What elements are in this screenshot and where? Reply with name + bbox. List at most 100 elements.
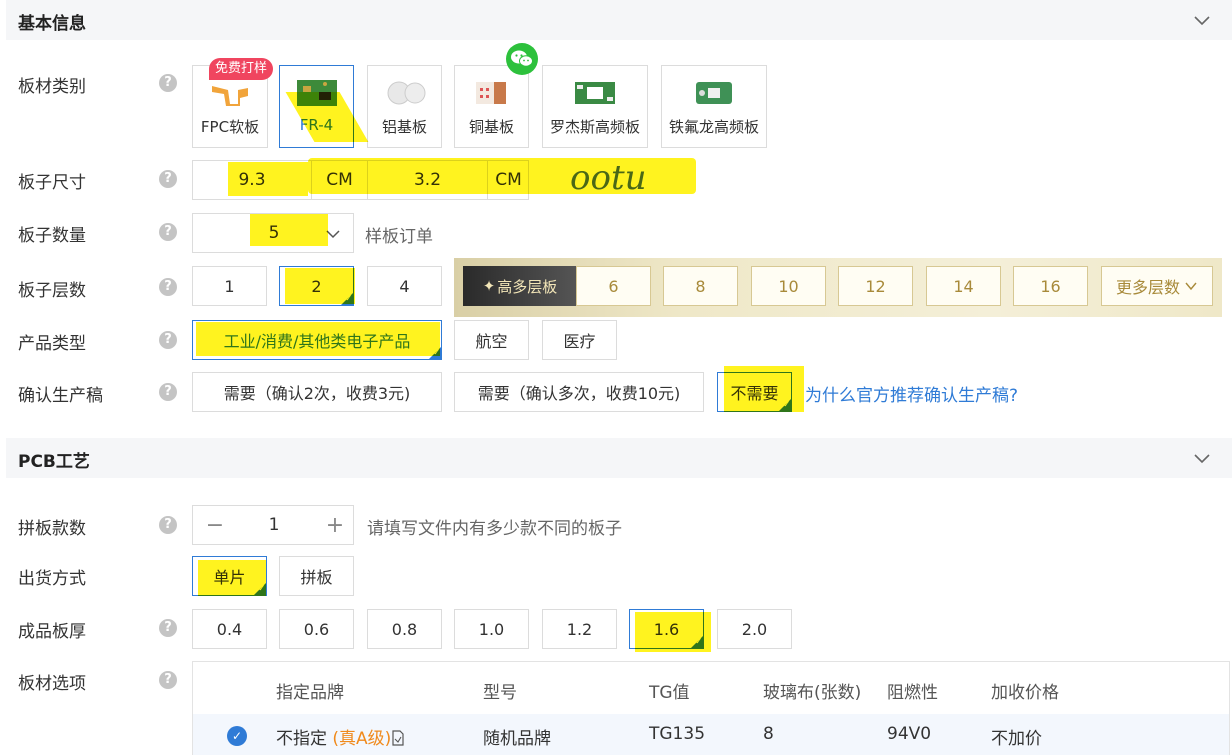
selected-check-icon: [340, 292, 354, 306]
material-copper[interactable]: 铜基板: [454, 65, 529, 148]
minus-button[interactable]: −: [199, 506, 231, 544]
select-chevron-icon: [326, 230, 340, 239]
sparkle-icon: ✦: [482, 277, 496, 295]
table-row[interactable]: ✓ 不指定 (真A级) 随机品牌 TG135 8 94V0 不加价: [193, 714, 1229, 755]
product-type-industrial[interactable]: 工业/消费/其他类电子产品: [192, 320, 442, 360]
label-material: 板材类别: [18, 77, 86, 97]
brand-name: 不指定: [276, 729, 327, 749]
label-size: 板子尺寸: [18, 173, 86, 193]
confirm-why-link[interactable]: 为什么官方推荐确认生产稿?: [805, 381, 1018, 406]
free-sample-tag: 免费打样: [209, 58, 274, 80]
quantity-select[interactable]: 5: [192, 213, 354, 253]
thickness-option-selected[interactable]: 1.6: [629, 609, 704, 649]
radio-checked-icon[interactable]: ✓: [227, 726, 247, 746]
layer-option[interactable]: 4: [367, 266, 442, 306]
material-rogers[interactable]: 罗杰斯高频板: [542, 65, 648, 148]
confirm-none-option[interactable]: 不需要: [717, 372, 792, 412]
price-cell: 不加价: [991, 729, 1042, 749]
width-input[interactable]: 9.3: [193, 161, 311, 199]
aluminum-board-icon: [387, 81, 425, 105]
thickness-option[interactable]: 0.6: [279, 609, 354, 649]
help-icon[interactable]: ?: [159, 170, 177, 188]
table-header: 玻璃布(张数): [763, 683, 862, 703]
fr4-board-icon: [296, 80, 337, 106]
selected-check-icon: [778, 398, 792, 412]
help-icon[interactable]: ?: [159, 619, 177, 637]
confirm-none-label: 不需要: [730, 384, 779, 403]
material-teflon[interactable]: 铁氟龙高频板: [661, 65, 767, 148]
basic-info-title: 基本信息: [18, 14, 86, 34]
help-icon[interactable]: ?: [159, 223, 177, 241]
table-header: 阻燃性: [887, 683, 938, 703]
high-layer-option[interactable]: 8: [663, 266, 738, 306]
brand-grade: (真A级): [332, 729, 392, 749]
thickness-option[interactable]: 0.4: [192, 609, 267, 649]
wechat-icon[interactable]: [506, 43, 538, 75]
pcb-process-header[interactable]: PCB工艺: [6, 438, 1232, 478]
confirm-multi-option[interactable]: 需要（确认多次，收费10元): [454, 372, 704, 412]
high-layer-option[interactable]: 12: [838, 266, 913, 306]
high-layer-button[interactable]: ✦ 高多层板: [463, 266, 577, 306]
label-layers: 板子层数: [18, 281, 86, 301]
help-icon[interactable]: ?: [159, 383, 177, 401]
thickness-option[interactable]: 2.0: [717, 609, 792, 649]
material-name: 铝基板: [381, 118, 427, 136]
handwritten-note: ootu: [570, 158, 647, 198]
thickness-option[interactable]: 1.0: [454, 609, 529, 649]
height-input[interactable]: 3.2: [367, 161, 487, 199]
copper-board-icon: [475, 82, 506, 104]
label-material-option: 板材选项: [18, 674, 86, 694]
help-icon[interactable]: ?: [159, 516, 177, 534]
high-layer-option[interactable]: 14: [926, 266, 1001, 306]
label-thickness: 成品板厚: [18, 622, 86, 642]
high-layer-option[interactable]: 10: [751, 266, 826, 306]
help-icon[interactable]: ?: [159, 331, 177, 349]
width-unit: CM: [311, 161, 367, 199]
height-unit: CM: [487, 161, 529, 199]
thickness-option[interactable]: 1.2: [542, 609, 617, 649]
glass-cell: 8: [763, 724, 774, 744]
help-icon[interactable]: ?: [159, 671, 177, 689]
plus-button[interactable]: +: [319, 506, 351, 544]
product-type-aviation[interactable]: 航空: [454, 320, 529, 360]
product-type-medical[interactable]: 医疗: [542, 320, 617, 360]
thickness-value: 1.6: [653, 619, 680, 639]
pcb-process-title: PCB工艺: [18, 452, 90, 472]
brand-cell: 不指定 (真A级): [276, 724, 405, 749]
table-header: TG值: [649, 683, 690, 703]
label-panel-count: 拼板款数: [18, 519, 86, 539]
confirm-twice-option[interactable]: 需要（确认2次，收费3元): [192, 372, 442, 412]
thickness-option[interactable]: 0.8: [367, 609, 442, 649]
table-header: 加收价格: [991, 683, 1059, 703]
high-layer-option[interactable]: 16: [1013, 266, 1088, 306]
material-aluminum[interactable]: 铝基板: [367, 65, 442, 148]
teflon-board-icon: [696, 82, 732, 104]
document-icon[interactable]: [391, 730, 405, 746]
material-name: 铜基板: [468, 118, 514, 136]
more-layers-label: 更多层数: [1115, 278, 1180, 297]
label-product-type: 产品类型: [18, 334, 86, 354]
flame-cell: 94V0: [887, 724, 932, 744]
ship-panel[interactable]: 拼板: [279, 556, 354, 596]
layer-option[interactable]: 1: [192, 266, 267, 306]
material-options-table: 指定品牌 型号 TG值 玻璃布(张数) 阻燃性 加收价格 ✓ 不指定 (真A级)…: [192, 661, 1230, 755]
fpc-board-icon: [212, 86, 248, 106]
panel-count-value[interactable]: 1: [233, 506, 315, 544]
ship-single[interactable]: 单片: [192, 556, 267, 596]
high-layer-option[interactable]: 6: [576, 266, 651, 306]
material-name: FR-4: [299, 116, 334, 134]
label-quantity: 板子数量: [18, 226, 86, 246]
chevron-down-icon: [1185, 282, 1197, 291]
help-icon[interactable]: ?: [159, 278, 177, 296]
material-name: 铁氟龙高频板: [668, 118, 759, 136]
material-fr4[interactable]: FR-4: [279, 65, 354, 148]
rogers-board-icon: [575, 82, 615, 104]
basic-info-header[interactable]: 基本信息: [6, 0, 1232, 40]
layer-option-selected[interactable]: 2: [279, 266, 354, 306]
help-icon[interactable]: ?: [159, 74, 177, 92]
chevron-down-icon[interactable]: [1192, 448, 1212, 468]
panel-count-hint: 请填写文件内有多少款不同的板子: [367, 519, 622, 539]
ship-single-label: 单片: [213, 568, 246, 587]
chevron-down-icon[interactable]: [1192, 10, 1212, 30]
more-layers-select[interactable]: 更多层数: [1101, 266, 1213, 306]
